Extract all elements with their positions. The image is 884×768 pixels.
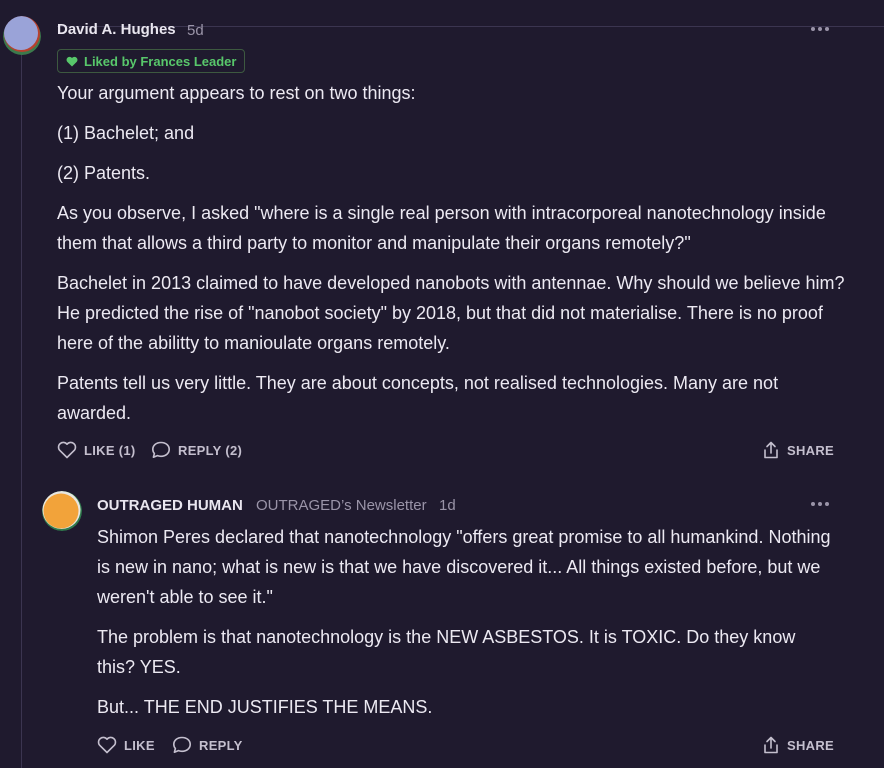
- comment-paragraph: Your argument appears to rest on two thi…: [57, 83, 416, 103]
- comment-paragraph: Shimon Peres declared that nanotechnolog…: [97, 527, 831, 607]
- reply-label: REPLY: [199, 737, 243, 753]
- comment-paragraph: (1) Bachelet; and: [57, 123, 195, 143]
- liked-by-text: Liked by Frances Leader: [84, 53, 237, 69]
- share-upload-icon: [764, 441, 778, 459]
- avatar[interactable]: [3, 16, 41, 58]
- liked-by-badge: Liked by Frances Leader: [57, 49, 246, 73]
- thread-line: [21, 52, 22, 768]
- share-button[interactable]: SHARE: [762, 441, 834, 459]
- share-button[interactable]: SHARE: [762, 736, 834, 754]
- reply-button[interactable]: REPLY (2): [151, 441, 242, 459]
- comment-paragraph: But... THE END JUSTIFIES THE MEANS.: [97, 697, 433, 717]
- more-options-icon[interactable]: [811, 24, 829, 34]
- comment-age[interactable]: 5d: [187, 22, 204, 39]
- comment-age[interactable]: 1d: [439, 497, 456, 514]
- share-label: SHARE: [787, 442, 835, 458]
- share-upload-icon: [764, 736, 778, 754]
- like-label: LIKE (1): [84, 442, 136, 458]
- heart-outline-icon: [57, 441, 77, 459]
- share-label: SHARE: [787, 737, 835, 753]
- comment-author[interactable]: OUTRAGED HUMAN: [97, 497, 243, 514]
- newsletter-name[interactable]: OUTRAGED’s Newsletter: [256, 497, 427, 514]
- comment-body: Shimon Peres declared that nanotechnolog…: [97, 522, 837, 732]
- comment-paragraph: (2) Patents.: [57, 163, 151, 183]
- heart-filled-icon: [66, 56, 78, 66]
- speech-bubble-icon: [173, 736, 191, 753]
- avatar[interactable]: [42, 491, 82, 531]
- heart-outline-icon: [97, 736, 117, 754]
- comment-paragraph: The problem is that nanotechnology is th…: [97, 627, 796, 677]
- comment-author[interactable]: David A. Hughes: [57, 21, 176, 38]
- like-label: LIKE: [124, 737, 155, 753]
- like-button[interactable]: LIKE (1): [57, 441, 136, 459]
- comment-paragraph: As you observe, I asked "where is a sing…: [57, 203, 826, 253]
- speech-bubble-icon: [152, 441, 170, 458]
- more-options-icon[interactable]: [811, 499, 829, 509]
- reply-label: REPLY (2): [178, 442, 243, 458]
- comment-paragraph: Patents tell us very little. They are ab…: [57, 373, 779, 423]
- reply-button[interactable]: REPLY: [172, 736, 243, 754]
- divider: [57, 26, 884, 27]
- comment-paragraph: Bachelet in 2013 claimed to have develop…: [57, 273, 845, 353]
- like-button[interactable]: LIKE: [97, 736, 155, 754]
- comment-body: Your argument appears to rest on two thi…: [57, 78, 847, 438]
